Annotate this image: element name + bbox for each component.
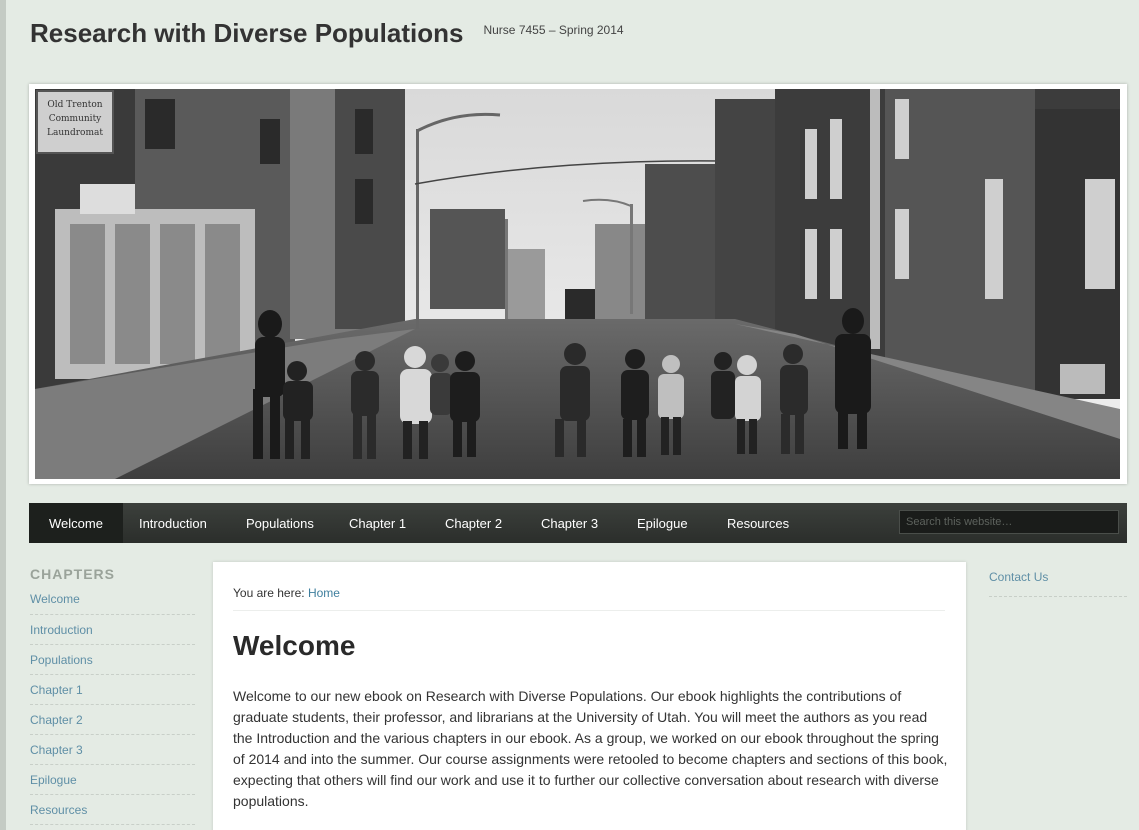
nav-item-populations[interactable]: Populations [231,503,349,543]
sidebar-item-introduction: Introduction [30,615,195,645]
site-title[interactable]: Research with Diverse Populations [30,18,463,49]
sign-line-2: Community [49,114,102,124]
sidebar-item-chapter-3: Chapter 3 [30,735,195,765]
site-description: Nurse 7455 – Spring 2014 [483,23,624,37]
header-banner: Old Trenton Community Laundromat [29,84,1127,484]
sidebar-link-resources[interactable]: Resources [30,803,87,817]
breadcrumb: You are here: Home [233,586,945,611]
page-title: Welcome [233,630,356,661]
page: Research with Diverse Populations Nurse … [0,0,1139,830]
breadcrumb-prefix: You are here: [233,586,305,600]
banner-photo: Old Trenton Community Laundromat [35,89,1120,479]
nav-item-welcome[interactable]: Welcome [29,503,123,543]
sidebar-item-populations: Populations [30,645,195,675]
sidebar-link-populations[interactable]: Populations [30,653,93,667]
sidebar-item-chapter-2: Chapter 2 [30,705,195,735]
site-header: Research with Diverse Populations Nurse … [30,18,624,52]
sidebar-item-resources: Resources [30,795,195,825]
breadcrumb-home-link[interactable]: Home [308,586,340,600]
nav-item-chapter-1[interactable]: Chapter 1 [349,503,445,543]
sidebar-item-epilogue: Epilogue [30,765,195,795]
sidebar-link-introduction[interactable]: Introduction [30,623,93,637]
sidebar-item-welcome: Welcome [30,588,195,615]
sidebar-link-epilogue[interactable]: Epilogue [30,773,77,787]
nav-item-resources[interactable]: Resources [727,503,817,543]
nav-item-chapter-2[interactable]: Chapter 2 [445,503,541,543]
nav-item-introduction[interactable]: Introduction [123,503,231,543]
right-sidebar: Contact Us [989,568,1127,597]
nav-item-chapter-3[interactable]: Chapter 3 [541,503,637,543]
chapters-sidebar: CHAPTERS Welcome Introduction Population… [30,566,195,825]
sidebar-link-welcome[interactable]: Welcome [30,592,80,606]
sidebar-link-chapter-1[interactable]: Chapter 1 [30,683,83,697]
main-content: You are here: Home Welcome Welcome to ou… [213,562,966,830]
sidebar-item-chapter-1: Chapter 1 [30,675,195,705]
contact-us-link[interactable]: Contact Us [989,570,1048,584]
chapters-list: Welcome Introduction Populations Chapter… [30,588,195,825]
left-border [0,0,6,830]
sign-line-1: Old Trenton [47,100,102,110]
sign-line-3: Laundromat [47,128,103,138]
entry-body: Welcome to our new ebook on Research wit… [233,688,948,809]
main-nav: Welcome Introduction Populations Chapter… [29,503,1127,543]
nav-item-epilogue[interactable]: Epilogue [637,503,727,543]
sidebar-title: CHAPTERS [30,566,116,582]
sidebar-link-chapter-2[interactable]: Chapter 2 [30,713,83,727]
search-input[interactable] [899,510,1119,534]
sidebar-link-chapter-3[interactable]: Chapter 3 [30,743,83,757]
